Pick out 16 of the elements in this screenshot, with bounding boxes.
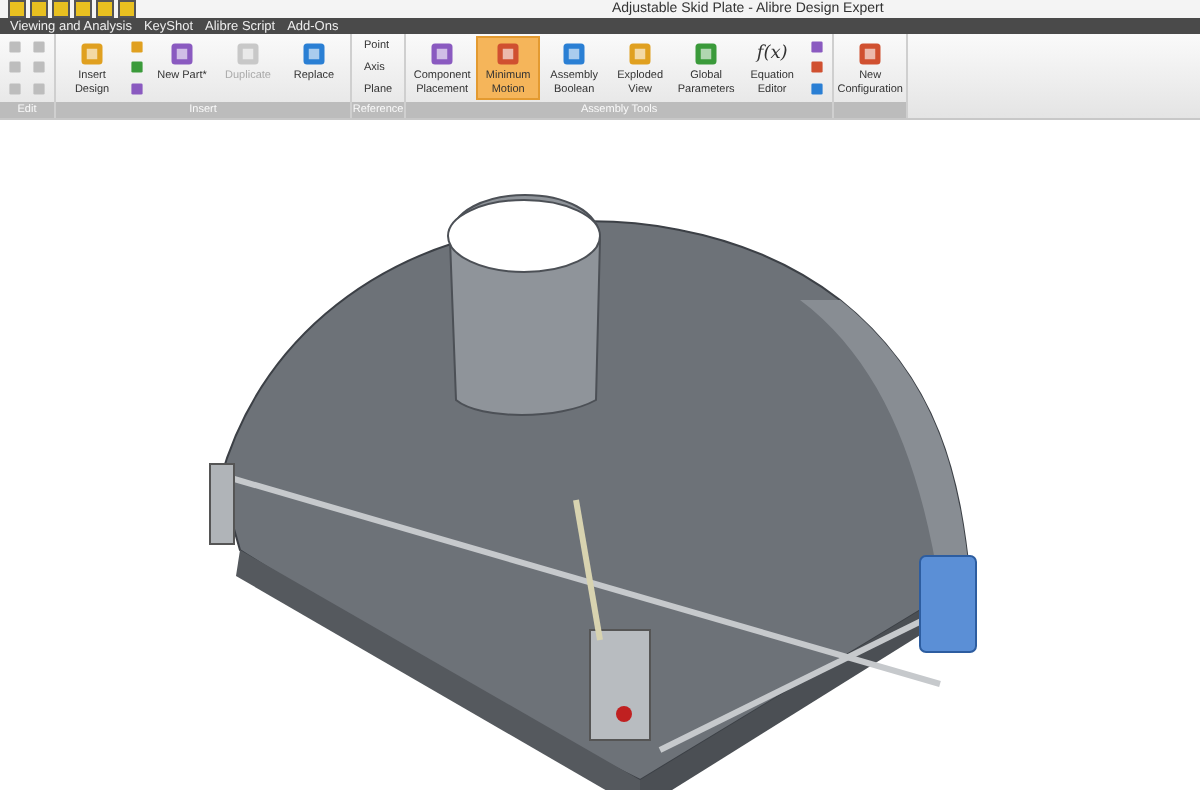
tool-icon[interactable] bbox=[130, 39, 144, 54]
tool-icon bbox=[626, 40, 655, 68]
tool-icon[interactable] bbox=[810, 82, 825, 97]
tool-icon bbox=[560, 40, 589, 68]
tool-icon[interactable] bbox=[810, 60, 825, 75]
tool-icon bbox=[494, 40, 523, 68]
tool-icon bbox=[428, 40, 457, 68]
tool-icon bbox=[692, 40, 721, 68]
tool-icon bbox=[168, 40, 196, 68]
tool-icon[interactable] bbox=[130, 60, 144, 75]
tool-icon bbox=[78, 40, 106, 68]
tool-icon bbox=[300, 40, 328, 68]
tool-icon bbox=[856, 40, 885, 68]
tool-icon bbox=[234, 40, 262, 68]
tool-icon[interactable] bbox=[810, 39, 825, 54]
tool-icon[interactable] bbox=[130, 82, 144, 97]
